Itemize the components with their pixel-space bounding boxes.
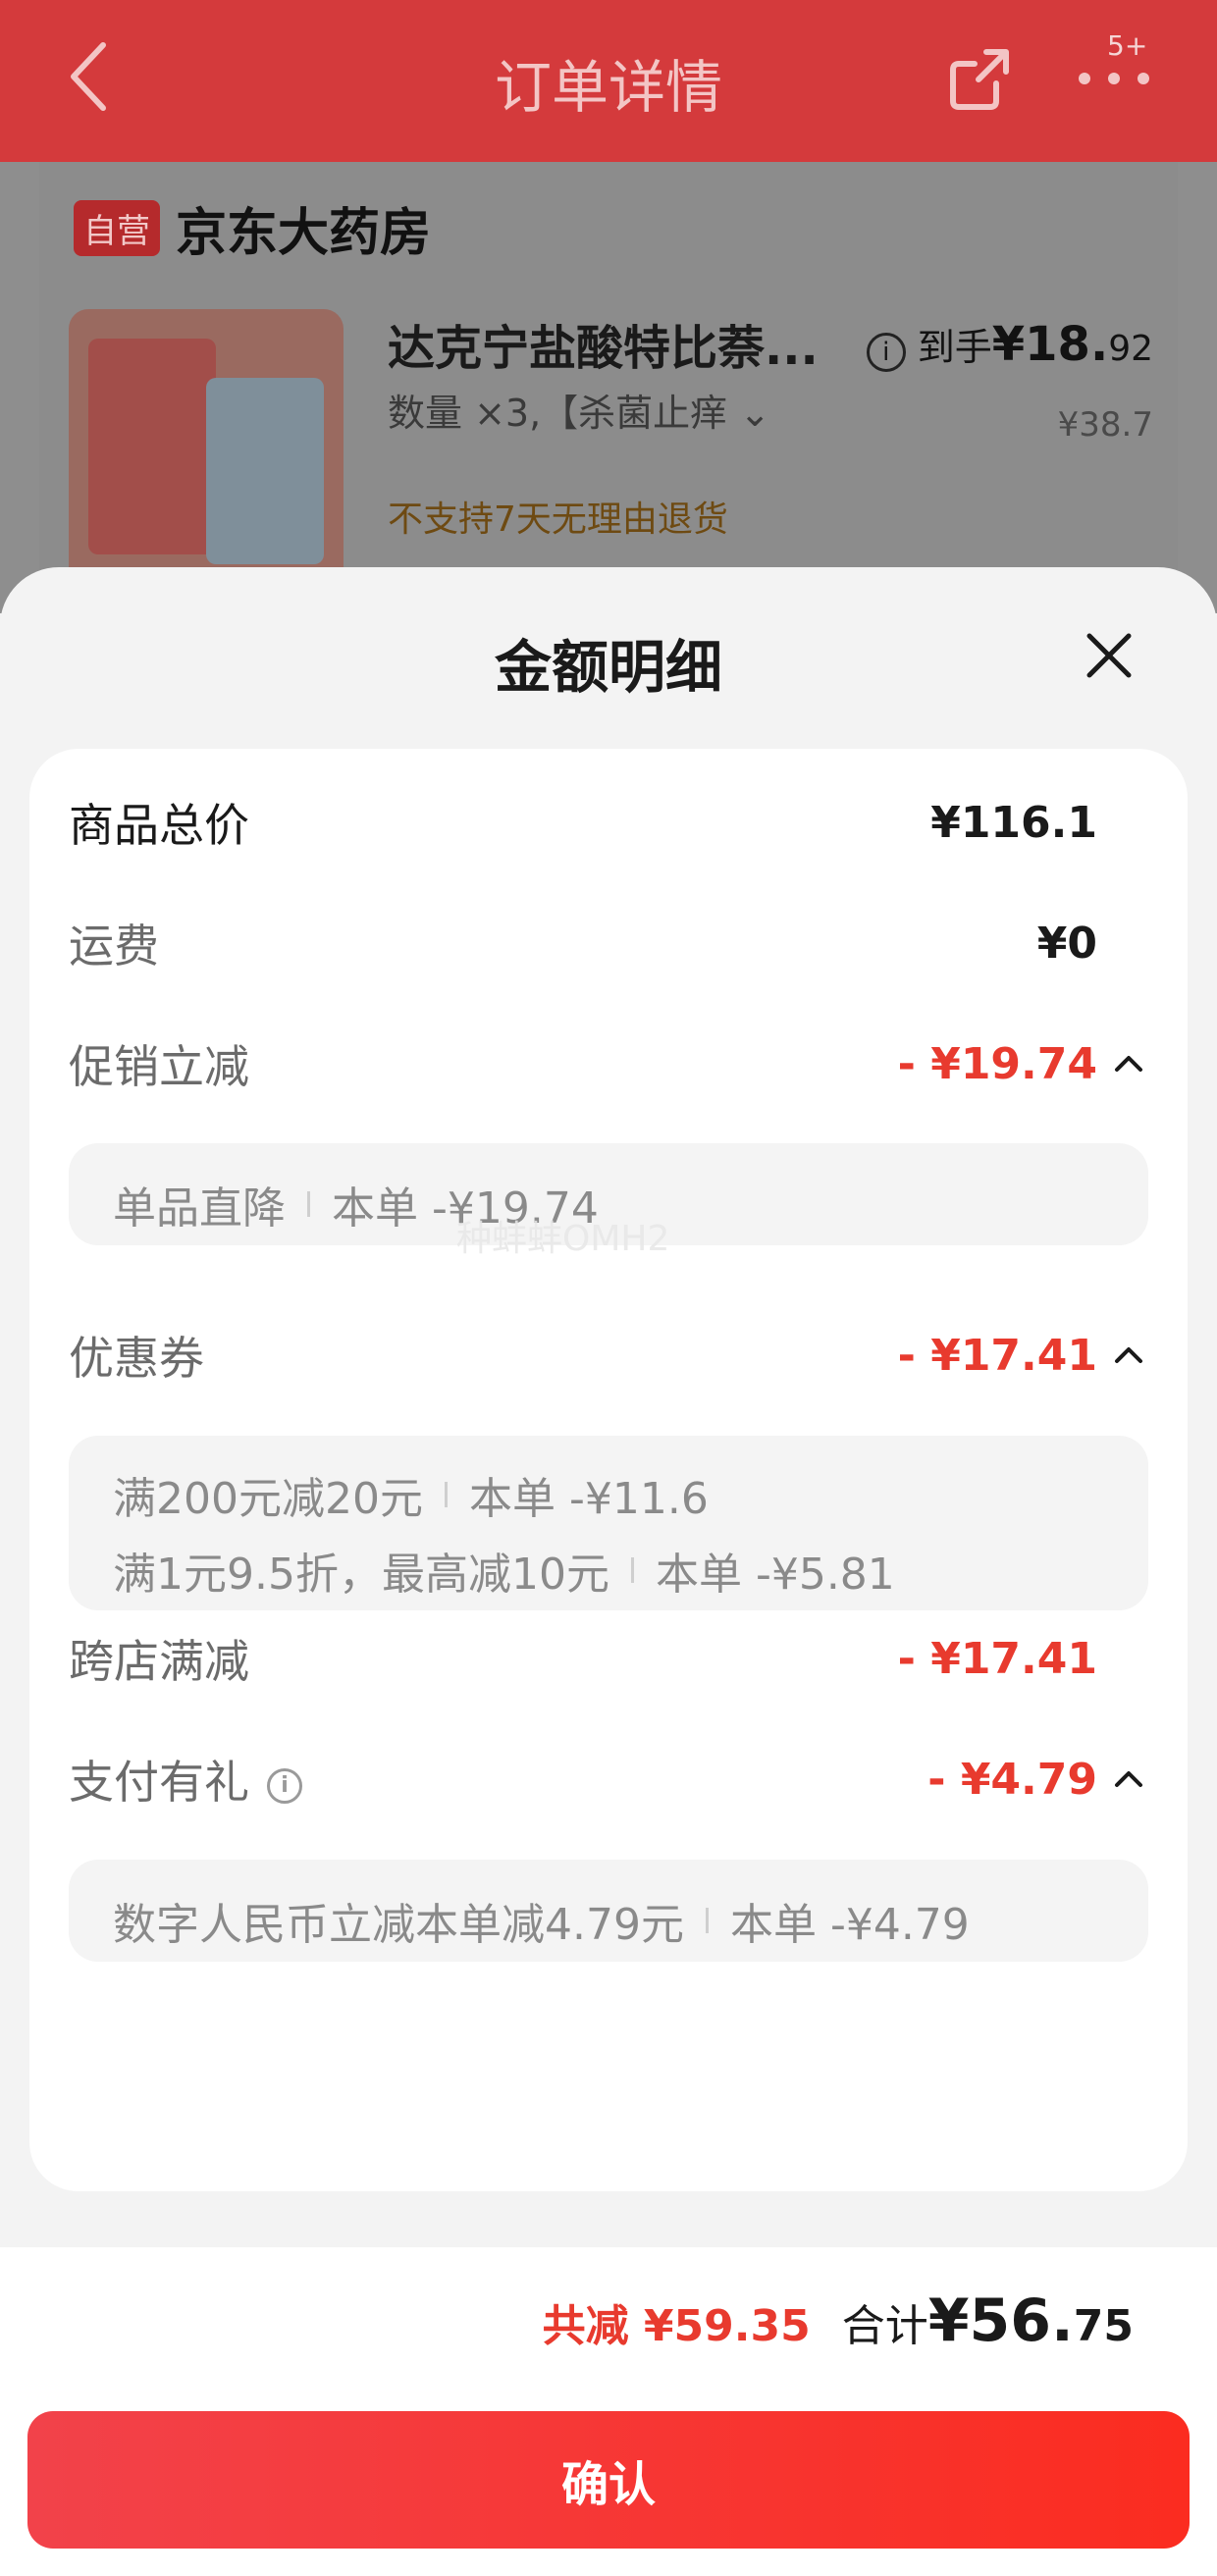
cross-store-row: 跨店满减 - ¥17.41 bbox=[69, 1629, 1148, 1689]
order-card: 自营 京东大药房 达克宁盐酸特比萘... 数量 ×3,【杀菌止痒 ⌄ 不支持7天… bbox=[39, 162, 1178, 613]
coupon-label: 优惠券 bbox=[69, 1332, 204, 1385]
coupon-detail-amount: 本单 -¥11.6 bbox=[468, 1474, 709, 1524]
page-title: 订单详情 bbox=[494, 54, 722, 121]
price-decimal: 92 bbox=[1108, 329, 1153, 369]
return-policy: 不支持7天无理由退货 bbox=[388, 499, 728, 540]
shipping-label: 运费 bbox=[69, 920, 159, 973]
message-count-badge: 5+ bbox=[1107, 29, 1148, 62]
coupon-detail-name: 满200元减20元 bbox=[113, 1474, 423, 1524]
chevron-up-icon[interactable] bbox=[1109, 1760, 1148, 1799]
confirm-button[interactable]: 确认 bbox=[27, 2411, 1190, 2549]
more-options-icon[interactable] bbox=[1075, 59, 1153, 98]
self-operated-badge: 自营 bbox=[74, 200, 160, 256]
sheet-title: 金额明细 bbox=[494, 634, 722, 701]
chevron-up-icon[interactable] bbox=[1109, 1044, 1148, 1083]
promo-label: 促销立减 bbox=[69, 1040, 249, 1093]
price-label: 到手 bbox=[917, 326, 992, 369]
watermark: 种蚌蚌OMH2 bbox=[456, 1219, 670, 1259]
store-name: 京东大药房 bbox=[176, 204, 432, 263]
checkout-footer: 共减 ¥59.35 合计 ¥56. 75 确认 bbox=[0, 2247, 1217, 2576]
payment-gift-row[interactable]: 支付有礼 i - ¥4.79 bbox=[69, 1750, 1148, 1809]
total-integer: ¥56. bbox=[927, 2287, 1074, 2355]
cross-store-label: 跨店满减 bbox=[69, 1635, 249, 1688]
promo-value: - ¥19.74 bbox=[897, 1038, 1097, 1089]
store-header[interactable]: 自营 京东大药房 bbox=[74, 191, 431, 265]
promo-detail-name: 单品直降 bbox=[113, 1183, 286, 1234]
order-background: 自营 京东大药房 达克宁盐酸特比萘... 数量 ×3,【杀菌止痒 ⌄ 不支持7天… bbox=[0, 162, 1217, 613]
coupon-detail-name: 满1元9.5折，最高减10元 bbox=[113, 1550, 609, 1600]
top-header: 订单详情 5+ bbox=[0, 0, 1217, 162]
chevron-up-icon[interactable] bbox=[1109, 1336, 1148, 1375]
product-image[interactable] bbox=[69, 309, 344, 604]
payment-gift-value: - ¥4.79 bbox=[927, 1754, 1097, 1805]
goods-total-label: 商品总价 bbox=[69, 799, 249, 852]
coupon-row[interactable]: 优惠券 - ¥17.41 bbox=[69, 1326, 1148, 1385]
payment-gift-detail-amount: 本单 -¥4.79 bbox=[729, 1900, 970, 1950]
amount-detail-card: 商品总价 ¥116.1 运费 ¥0 促销立减 - ¥19.74 单品直降本单 -… bbox=[29, 749, 1188, 2191]
cross-store-value: - ¥17.41 bbox=[897, 1633, 1097, 1684]
coupon-value: - ¥17.41 bbox=[897, 1330, 1097, 1381]
payment-gift-detail-name: 数字人民币立减本单减4.79元 bbox=[113, 1900, 684, 1950]
total-label: 合计 bbox=[841, 2301, 928, 2351]
coupon-detail-box: 满200元减20元 本单 -¥11.6 满1元9.5折，最高减10元 本单 -¥5.… bbox=[69, 1436, 1148, 1610]
coupon-detail-line: 满1元9.5折，最高减10元 本单 -¥5.81 bbox=[113, 1539, 895, 1602]
product-box-image bbox=[88, 339, 216, 554]
shipping-row: 运费 ¥0 bbox=[69, 914, 1148, 973]
close-icon[interactable] bbox=[1080, 626, 1138, 685]
share-icon[interactable] bbox=[947, 44, 1016, 113]
price-integer: ¥18. bbox=[991, 317, 1109, 372]
original-price: ¥38.7 bbox=[1057, 405, 1153, 445]
product-bottle-image bbox=[206, 378, 324, 564]
payment-gift-detail-box: 数字人民币立减本单减4.79元 本单 -¥4.79 bbox=[69, 1860, 1148, 1962]
product-name[interactable]: 达克宁盐酸特比萘... bbox=[388, 309, 819, 378]
total-saved: 共减 ¥59.35 bbox=[542, 2301, 811, 2351]
total-decimal: 75 bbox=[1073, 2301, 1134, 2351]
goods-total-value: ¥116.1 bbox=[930, 797, 1097, 848]
final-price: i 到手 ¥18. 92 bbox=[866, 317, 1153, 372]
total-summary: 共减 ¥59.35 合计 ¥56. 75 bbox=[543, 2287, 1134, 2355]
info-icon[interactable]: i bbox=[866, 333, 906, 372]
payment-gift-label: 支付有礼 bbox=[69, 1756, 249, 1809]
promo-row[interactable]: 促销立减 - ¥19.74 bbox=[69, 1034, 1148, 1093]
product-quantity-spec[interactable]: 数量 ×3,【杀菌止痒 ⌄ bbox=[388, 383, 770, 437]
goods-total-row: 商品总价 ¥116.1 bbox=[69, 793, 1148, 853]
payment-gift-detail-line: 数字人民币立减本单减4.79元 本单 -¥4.79 bbox=[113, 1889, 970, 1952]
coupon-detail-line: 满200元减20元 本单 -¥11.6 bbox=[113, 1463, 709, 1526]
coupon-detail-amount: 本单 -¥5.81 bbox=[655, 1550, 895, 1600]
shipping-value: ¥0 bbox=[1036, 918, 1097, 969]
info-icon[interactable]: i bbox=[267, 1767, 302, 1804]
